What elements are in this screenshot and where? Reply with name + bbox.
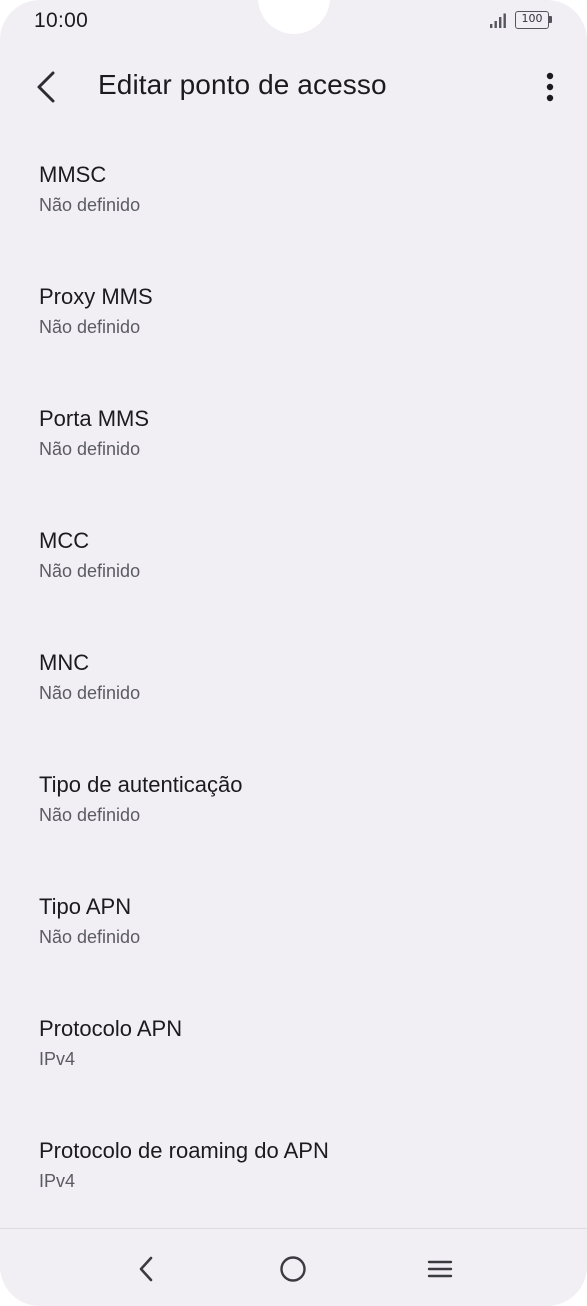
setting-value: Não definido: [39, 195, 141, 215]
setting-apn-roaming-protocol[interactable]: Protocolo de roaming do APN IPv4: [0, 1116, 587, 1238]
setting-title: Protocolo APN: [39, 1016, 183, 1041]
setting-auth-type[interactable]: Tipo de autenticação Não definido: [0, 750, 587, 872]
back-button[interactable]: [24, 63, 68, 111]
setting-proxy-mms[interactable]: Proxy MMS Não definido: [0, 262, 587, 384]
apn-settings-list: MMSC Não definido Proxy MMS Não definido…: [0, 140, 587, 1238]
setting-title: Tipo de autenticação: [39, 772, 243, 797]
camera-notch: [258, 0, 330, 34]
setting-value: IPv4: [39, 1171, 76, 1191]
setting-apn-type[interactable]: Tipo APN Não definido: [0, 872, 587, 994]
setting-title: Tipo APN: [39, 894, 132, 919]
setting-title: MMSC: [39, 162, 107, 187]
setting-mcc[interactable]: MCC Não definido: [0, 506, 587, 628]
setting-value: Não definido: [39, 683, 141, 703]
navigation-bar: [0, 1228, 587, 1306]
nav-back-button[interactable]: [126, 1249, 166, 1289]
setting-value: Não definido: [39, 561, 141, 581]
signal-icon: [490, 13, 506, 28]
setting-mmsc[interactable]: MMSC Não definido: [0, 140, 587, 262]
page-title: Editar ponto de acesso: [98, 69, 387, 100]
setting-title: Protocolo de roaming do APN: [39, 1138, 329, 1163]
phone-screen: 10:00 100 Editar ponto de acesso MMSC Nã…: [0, 0, 587, 1306]
setting-title: MCC: [39, 528, 90, 553]
nav-recents-button[interactable]: [420, 1249, 460, 1289]
setting-title: Proxy MMS: [39, 284, 153, 309]
nav-recents-icon: [427, 1260, 453, 1278]
status-bar: 10:00 100: [0, 0, 587, 44]
more-vert-icon: [546, 72, 554, 102]
nav-back-icon: [139, 1256, 153, 1282]
setting-porta-mms[interactable]: Porta MMS Não definido: [0, 384, 587, 506]
setting-value: Não definido: [39, 317, 141, 337]
battery-tip: [549, 16, 552, 23]
setting-title: MNC: [39, 650, 90, 675]
nav-home-icon: [280, 1256, 306, 1282]
setting-mnc[interactable]: MNC Não definido: [0, 628, 587, 750]
app-bar: Editar ponto de acesso: [0, 55, 587, 119]
more-options-button[interactable]: [532, 65, 568, 109]
nav-home-button[interactable]: [273, 1249, 313, 1289]
setting-value: IPv4: [39, 1049, 76, 1069]
setting-value: Não definido: [39, 439, 141, 459]
setting-apn-protocol[interactable]: Protocolo APN IPv4: [0, 994, 587, 1116]
setting-title: Porta MMS: [39, 406, 150, 431]
status-time: 10:00: [34, 9, 89, 32]
battery-icon: 100: [515, 11, 549, 29]
setting-value: Não definido: [39, 805, 141, 825]
back-arrow-icon: [37, 71, 55, 103]
setting-value: Não definido: [39, 927, 141, 947]
